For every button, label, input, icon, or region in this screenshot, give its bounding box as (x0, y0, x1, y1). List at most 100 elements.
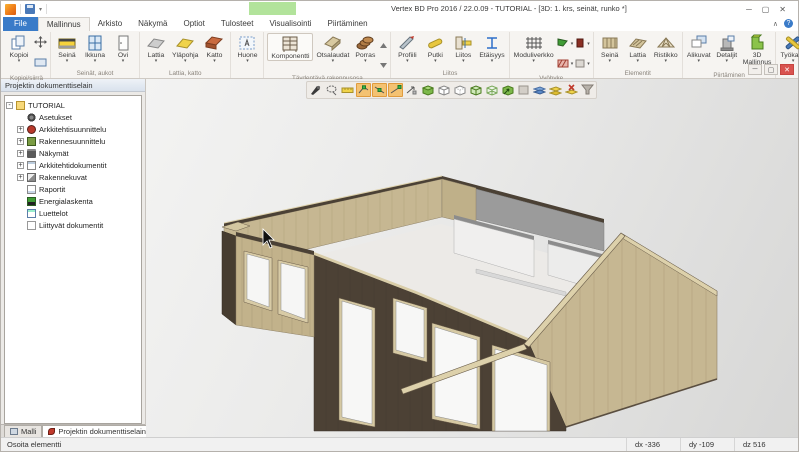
status-dx: dx -336 (626, 438, 680, 451)
tree-item-liittyvat-dokumentit[interactable]: Liittyvät dokumentit (6, 219, 140, 231)
window-opening[interactable] (396, 301, 424, 358)
otsalaudat-button[interactable]: Otsalaudat (315, 33, 350, 63)
profiili-button[interactable]: Profiili (394, 33, 420, 63)
dropdown-caret-icon (697, 59, 700, 63)
delete-level-icon[interactable] (564, 83, 579, 97)
porras-button[interactable]: Porras (352, 33, 378, 63)
ovi-button[interactable]: Ovi (110, 33, 136, 63)
group-scroll-up-icon[interactable] (380, 35, 387, 53)
snap-point-icon[interactable] (388, 83, 403, 97)
snap-grid-icon[interactable] (356, 83, 371, 97)
tree-item-arkkitehtidokumentit[interactable]: + Arkkitehtidokumentit (6, 159, 140, 171)
kopioi-button[interactable]: Kopioi (6, 33, 32, 63)
screen-icon[interactable] (34, 55, 47, 73)
elementti-lattia-button[interactable]: Lattia (625, 33, 651, 63)
tree-item-luettelot[interactable]: Luettelot (6, 207, 140, 219)
expander-icon[interactable]: + (17, 174, 24, 181)
quick-access-caret-icon[interactable] (39, 6, 42, 13)
lasso-select-icon[interactable] (324, 83, 339, 97)
tab-file[interactable]: File (3, 17, 38, 31)
filter-icon[interactable] (580, 83, 595, 97)
close-button[interactable]: ✕ (779, 5, 786, 14)
view-toolbar (306, 81, 597, 99)
ristikko-button[interactable]: Ristikko (653, 33, 679, 63)
snap-line-icon[interactable] (372, 83, 387, 97)
levels-icon[interactable] (548, 83, 563, 97)
tree-item-nakymat[interactable]: + Näkymät (6, 147, 140, 159)
tree-item-arkkitehtisuunnittelu[interactable]: + Arkkitehtisuunnittelu (6, 123, 140, 135)
wireframe-view-icon[interactable] (436, 83, 451, 97)
tree-item-asetukset[interactable]: Asetukset (6, 111, 140, 123)
huone-button[interactable]: Huone (234, 33, 260, 63)
tyokalut-button[interactable]: Työkalut (779, 33, 799, 63)
subpictures-icon (689, 34, 709, 52)
iso-view-icon[interactable] (500, 83, 515, 97)
tree-root-tutorial[interactable]: - TUTORIAL (6, 99, 140, 111)
shaded-edges-view-icon[interactable] (468, 83, 483, 97)
group-scroll-down-icon[interactable] (380, 55, 387, 73)
zone-hatch-icon[interactable] (557, 55, 569, 73)
komponentti-button[interactable]: Komponentti (267, 33, 313, 61)
expander-icon[interactable]: + (17, 150, 24, 157)
snap-free-icon[interactable] (404, 83, 419, 97)
tab-malli[interactable]: Malli (4, 425, 42, 437)
tab-piirtaminen[interactable]: Piirtäminen (320, 17, 376, 31)
elementti-seina-button[interactable]: Seinä (597, 33, 623, 63)
shaded-view-icon[interactable] (420, 83, 435, 97)
tab-optiot[interactable]: Optiot (175, 17, 212, 31)
tab-projektin-dokumenttiselain[interactable]: Projektin dokumenttiselain (42, 425, 152, 437)
expander-icon[interactable]: + (17, 162, 24, 169)
expander-icon[interactable]: + (17, 126, 24, 133)
tree-item-raportit[interactable]: Raportit (6, 183, 140, 195)
layers-icon[interactable] (532, 83, 547, 97)
putki-button[interactable]: Putki (422, 33, 448, 63)
tree-item-rakennesuunnittelu[interactable]: + Rakennesuunnittelu (6, 135, 140, 147)
fascia-board-icon (323, 34, 343, 52)
mdi-minimize-button[interactable]: ─ (748, 64, 762, 75)
collapse-ribbon-icon[interactable]: ∧ (773, 20, 778, 28)
tab-arkisto[interactable]: Arkisto (90, 17, 130, 31)
dropdown-caret-icon (66, 59, 69, 63)
box-view-icon[interactable] (516, 83, 531, 97)
maximize-button[interactable]: ▢ (762, 5, 770, 14)
expander-icon[interactable]: - (6, 102, 13, 109)
detaljit-button[interactable]: Detaljit (714, 33, 740, 63)
status-bar: Osoita elementti dx -336 dy -109 dz 516 (1, 437, 798, 451)
tab-visualisointi[interactable]: Visualisointi (261, 17, 319, 31)
seina-button[interactable]: Seinä (54, 33, 80, 63)
model-3d-view[interactable] (146, 79, 798, 437)
tab-tulosteet[interactable]: Tulosteet (213, 17, 262, 31)
measure-icon[interactable] (340, 83, 355, 97)
liitos-button[interactable]: Liitos (450, 33, 476, 63)
pin-icon[interactable] (308, 83, 323, 97)
zone-flag-icon[interactable] (557, 35, 569, 53)
folder-icon (16, 101, 25, 110)
ikkuna-button[interactable]: Ikkuna (82, 33, 108, 63)
expander-icon[interactable]: + (17, 138, 24, 145)
zone-block-icon[interactable] (575, 35, 585, 53)
window-opening[interactable] (247, 254, 269, 307)
moduliverkko-button[interactable]: Moduliverkko (513, 33, 555, 63)
drawing-viewport[interactable] (146, 79, 798, 437)
hidden-line-view-icon[interactable] (452, 83, 467, 97)
tree-item-rakennekuvat[interactable]: + Rakennekuvat (6, 171, 140, 183)
tree-item-energialaskenta[interactable]: Energialaskenta (6, 195, 140, 207)
window-opening[interactable] (281, 263, 305, 319)
tab-mallinnus[interactable]: Mallinnus (38, 17, 90, 31)
save-icon[interactable] (25, 4, 35, 14)
tab-nakyma[interactable]: Näkymä (130, 17, 175, 31)
katto-button[interactable]: Katto (201, 33, 227, 63)
etaisyys-button[interactable]: Etäisyys (478, 33, 505, 63)
zone-box-icon[interactable] (575, 55, 585, 73)
help-icon[interactable]: ? (784, 19, 793, 28)
transparent-view-icon[interactable] (484, 83, 499, 97)
mdi-close-button[interactable]: ✕ (780, 64, 794, 75)
mdi-restore-button[interactable]: ▢ (764, 64, 778, 75)
minimize-button[interactable]: ─ (746, 5, 752, 14)
lattia-button[interactable]: Lattia (143, 33, 169, 63)
wall-icon (57, 34, 77, 52)
door-opening[interactable] (342, 301, 372, 424)
alikuvat-button[interactable]: Alikuvat (686, 33, 712, 63)
move-icon[interactable] (34, 35, 47, 53)
ylapohja-button[interactable]: Yläpohja (171, 33, 199, 63)
